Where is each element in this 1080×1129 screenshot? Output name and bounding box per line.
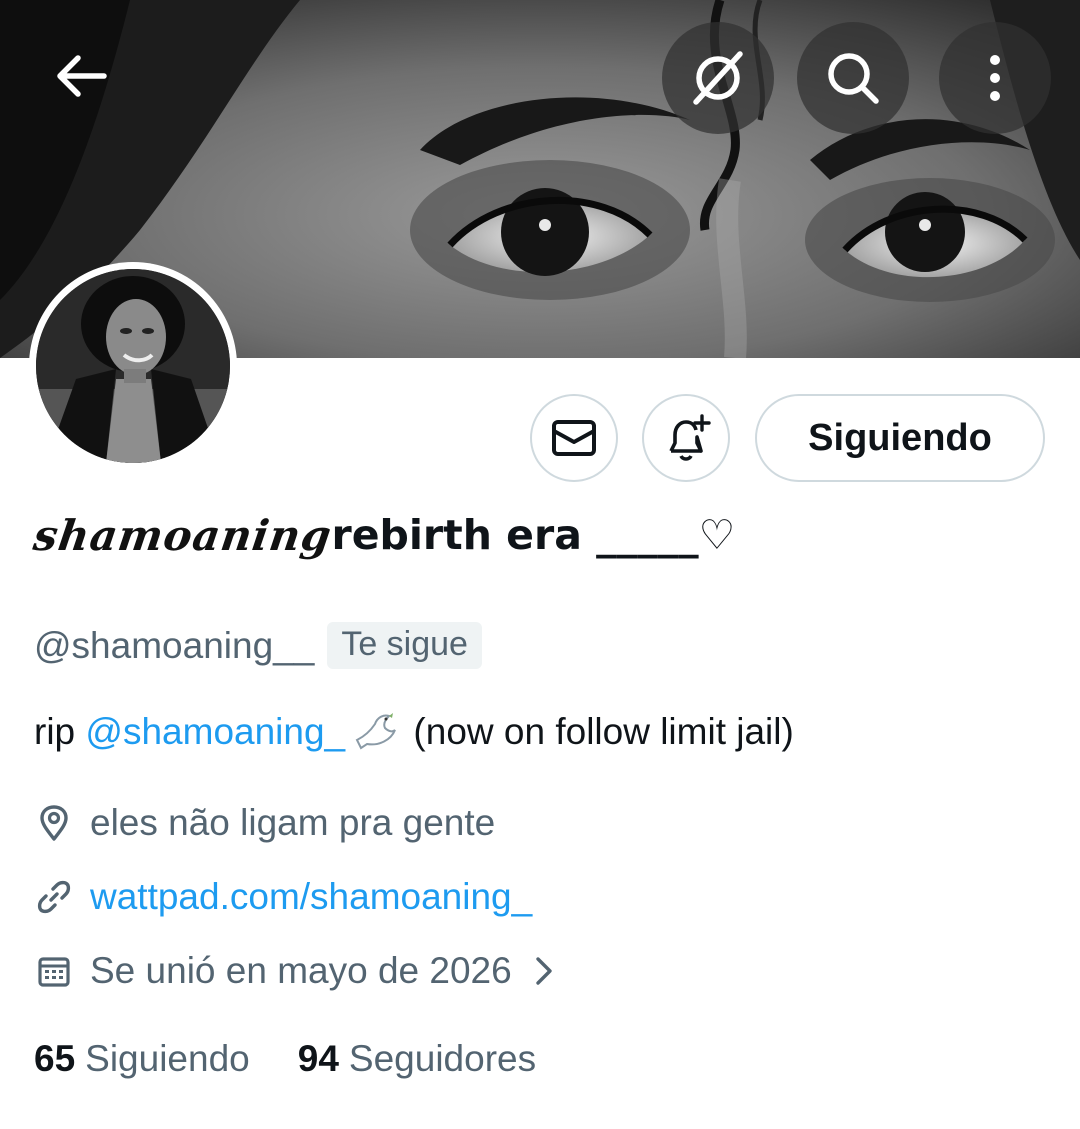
follows-you-badge: Te sigue (327, 622, 482, 669)
dove-icon (353, 710, 397, 759)
following-stat[interactable]: 65 Siguiendo (34, 1038, 250, 1080)
chevron-right-icon (534, 955, 554, 987)
joined-text: Se unió en mayo de 2026 (90, 950, 512, 991)
bio-mention-link[interactable]: @shamoaning_ (85, 711, 345, 752)
slashed-circle-icon (693, 51, 743, 105)
follow-stats: 65 Siguiendo 94 Seguidores (34, 1038, 536, 1080)
followers-count: 94 (297, 1038, 339, 1079)
location-row: eles não ligam pra gente (34, 802, 495, 844)
bell-plus-icon (669, 414, 711, 461)
location-text: eles não ligam pra gente (90, 802, 496, 843)
followers-label: Seguidores (348, 1038, 537, 1079)
website-row: wattpad.com/shamoaning_ (34, 876, 532, 918)
display-name-text: rebirth era _____♡ (331, 511, 736, 559)
more-vertical-icon (990, 55, 1000, 101)
website-link[interactable]: wattpad.com/shamoaning_ (90, 876, 532, 918)
bio-suffix: (now on follow limit jail) (403, 711, 794, 752)
profile-bio: rip @shamoaning_ (now on follow limit ja… (34, 710, 794, 759)
calendar-icon (34, 951, 74, 991)
handle-row: @shamoaning__ Te sigue (34, 622, 482, 669)
message-button[interactable] (530, 394, 618, 482)
joined-row[interactable]: Se unió en mayo de 2026 (34, 950, 554, 992)
username-handle: @shamoaning__ (34, 624, 315, 666)
profile-avatar[interactable] (29, 262, 237, 470)
display-name-script: shamoaning (30, 511, 335, 560)
bio-prefix: rip (34, 711, 86, 752)
following-label: Siguiendo (85, 1038, 250, 1079)
followers-stat[interactable]: 94 Seguidores (298, 1038, 536, 1080)
notifications-button[interactable] (642, 394, 730, 482)
grok-button[interactable] (662, 22, 774, 134)
arrow-left-icon (57, 55, 107, 97)
envelope-icon (552, 420, 596, 456)
avatar-image (36, 269, 230, 463)
location-pin-icon (34, 803, 74, 843)
back-button[interactable] (24, 20, 136, 132)
link-icon (34, 877, 74, 917)
following-count: 65 (34, 1038, 76, 1079)
display-name: shamoaningrebirth era _____♡ (30, 511, 736, 560)
following-button[interactable]: Siguiendo (755, 394, 1045, 482)
search-button[interactable] (797, 22, 909, 134)
more-button[interactable] (939, 22, 1051, 134)
search-icon (828, 53, 879, 104)
